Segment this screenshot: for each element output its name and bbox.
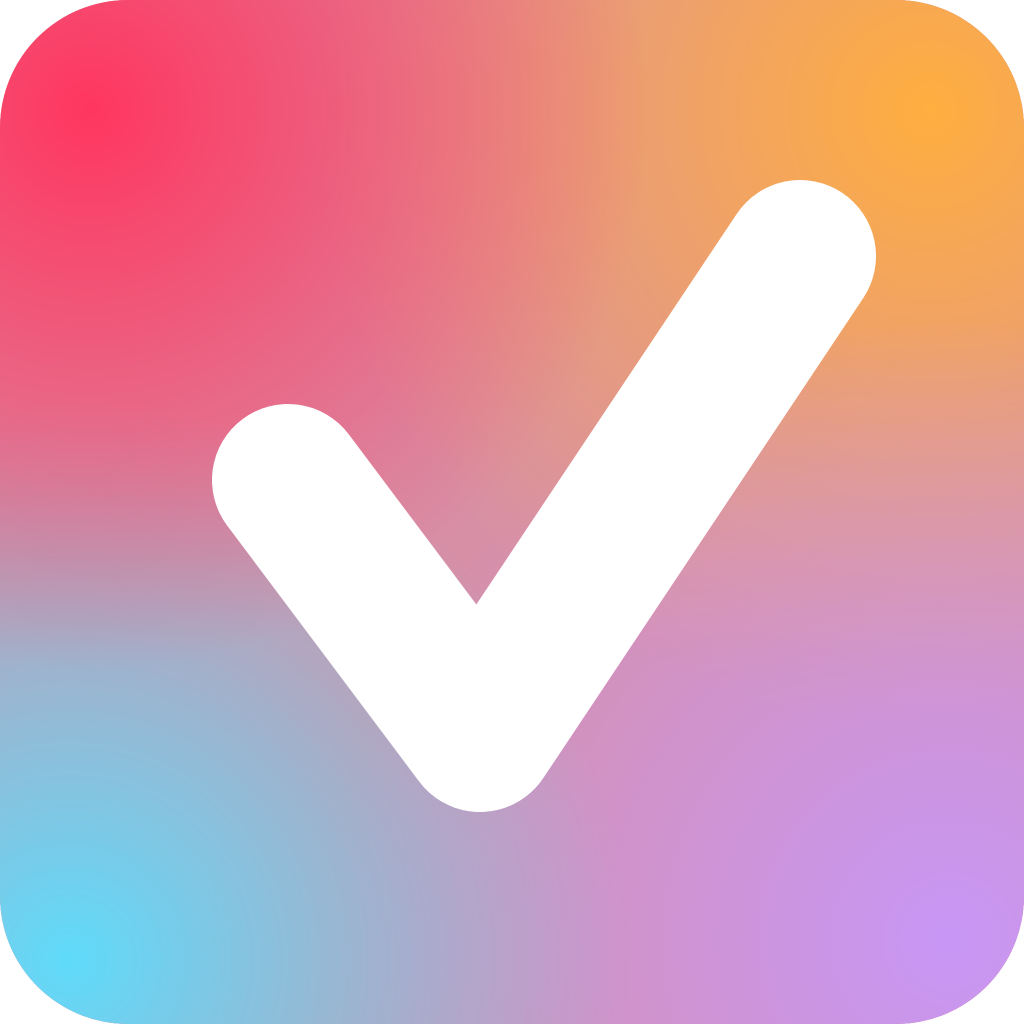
- checkmark-icon: [212, 180, 876, 812]
- app-icon-tile[interactable]: [0, 0, 1024, 1024]
